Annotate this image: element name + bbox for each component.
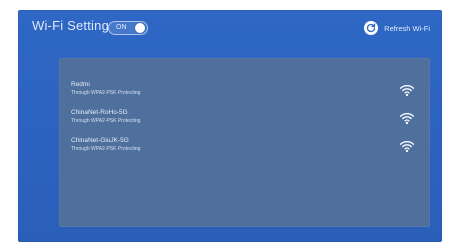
wifi-signal-icon [399,139,415,153]
wifi-toggle[interactable]: ON [108,21,148,35]
wifi-setting-screen: Wi-Fi Setting ON Refresh Wi-Fi Redmi Thr… [18,10,442,242]
page-title: Wi-Fi Setting [32,18,110,33]
refresh-icon [364,21,379,35]
network-security: Through WPA2-PSK Protecting [71,90,141,96]
network-item[interactable]: ChinaNet-GiuJK-5G Through WPA2-PSK Prote… [71,137,415,159]
network-item[interactable]: Redmi Through WPA2-PSK Protecting [71,81,415,103]
wifi-signal-icon [399,111,415,125]
network-list-panel: Redmi Through WPA2-PSK Protecting ChinaN… [59,58,430,227]
toggle-knob [135,23,145,33]
wifi-signal-icon [399,83,415,97]
network-name: ChinaNet-RoHo-5G [71,109,128,116]
refresh-wifi-button[interactable]: Refresh Wi-Fi [364,19,430,37]
network-name: ChinaNet-GiuJK-5G [71,137,129,144]
toggle-label: ON [116,24,127,31]
refresh-wifi-label: Refresh Wi-Fi [384,23,430,33]
header: Wi-Fi Setting ON Refresh Wi-Fi [18,10,442,46]
network-list: Redmi Through WPA2-PSK Protecting ChinaN… [59,58,430,227]
network-security: Through WPA2-PSK Protecting [71,146,141,152]
network-item[interactable]: ChinaNet-RoHo-5G Through WPA2-PSK Protec… [71,109,415,131]
network-security: Through WPA2-PSK Protecting [71,118,141,124]
network-name: Redmi [71,81,90,88]
